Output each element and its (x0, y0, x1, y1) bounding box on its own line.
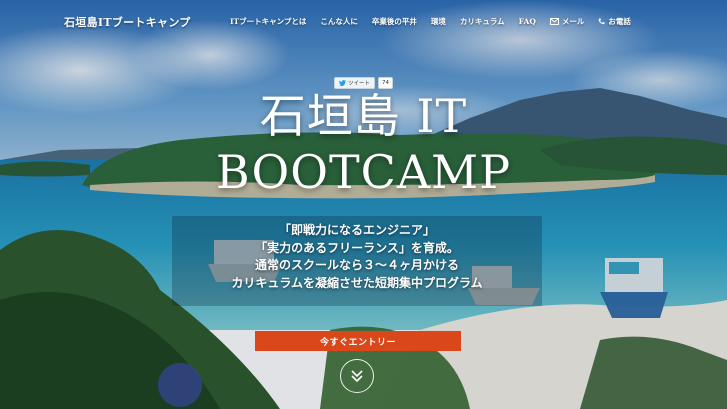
nav-item-mail[interactable]: メール (549, 16, 585, 27)
entry-button[interactable]: 今すぐエントリー (255, 331, 461, 351)
nav-item-curriculum[interactable]: カリキュラム (460, 16, 505, 27)
tweet-button[interactable]: ツイート (334, 77, 376, 89)
double-chevron-down-icon (351, 370, 363, 383)
nav-mail-label: メール (561, 17, 585, 26)
tweet-widget: ツイート 74 (334, 77, 394, 89)
twitter-bird-icon (339, 80, 346, 86)
nav-item-environment[interactable]: 環境 (431, 16, 446, 27)
hero-title-line2: BOOTCAMP (215, 145, 512, 199)
site-logo[interactable]: 石垣島ITブートキャンプ (64, 14, 191, 30)
hero-copy-line: 通常のスクールなら３〜４ヶ月かける (254, 258, 459, 272)
scroll-down-button[interactable] (340, 359, 374, 393)
nav-item-about[interactable]: ITブートキャンプとは (230, 16, 306, 27)
nav-item-target[interactable]: こんな人に (320, 16, 358, 27)
hero-title-line1: 石垣島 IT (259, 89, 468, 143)
hero-copy-line: カリキュラムを凝縮させた短期集中プログラム (231, 275, 483, 290)
tweet-label: ツイート (348, 81, 371, 87)
nav-item-after-graduation[interactable]: 卒業後の平井 (372, 16, 417, 27)
mail-icon (549, 18, 559, 25)
hero-copy-line: 「実力のあるフリーランス」を育成。 (255, 240, 459, 255)
nav-phone-label: お電話 (608, 17, 631, 26)
hero-copy-box: 「即戦力になるエンジニア」 「実力のあるフリーランス」を育成。 通常のスクールな… (172, 216, 542, 306)
main-nav: ITブートキャンプとは こんな人に 卒業後の平井 環境 カリキュラム FAQ メ… (230, 16, 645, 27)
hero-copy-line: 「即戦力になるエンジニア」 (278, 223, 435, 237)
tweet-count: 74 (378, 77, 394, 89)
phone-icon (599, 18, 605, 25)
nav-item-faq[interactable]: FAQ (519, 17, 536, 26)
nav-item-phone[interactable]: お電話 (598, 16, 631, 27)
